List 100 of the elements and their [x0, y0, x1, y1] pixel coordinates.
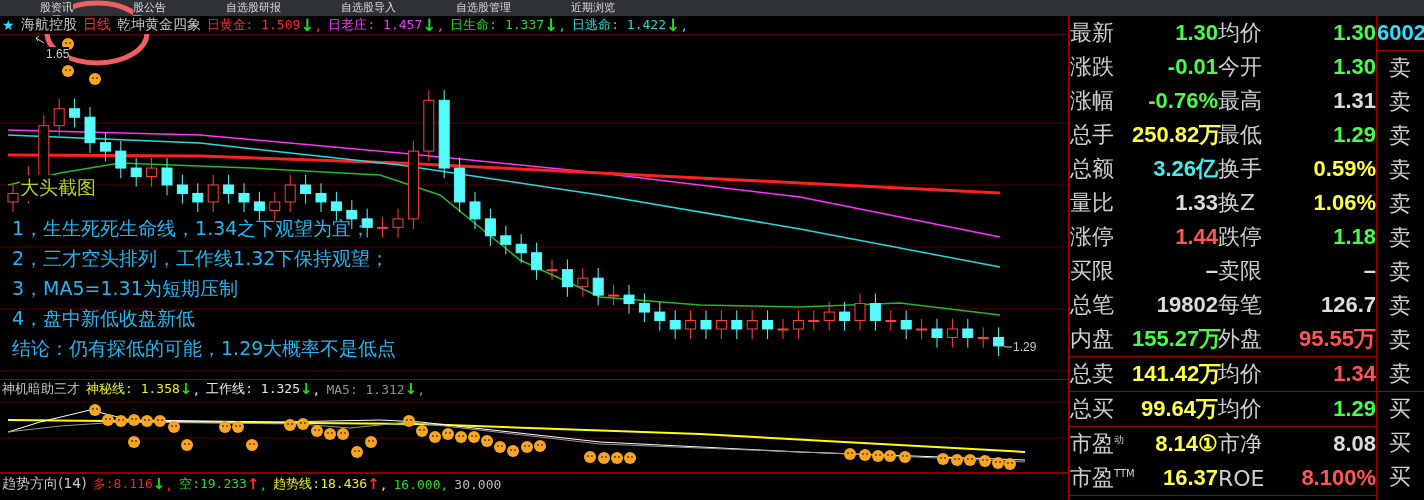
- face-icon: [468, 431, 480, 443]
- face-icon: [872, 450, 884, 462]
- overlay-label: 大头截图: [20, 175, 96, 201]
- quote-value: -0.01: [1166, 54, 1218, 80]
- quote-value: 1.30: [1332, 20, 1376, 46]
- menu-item[interactable]: 自选股导入: [341, 1, 396, 15]
- menu-item[interactable]: 自选股管理: [456, 1, 511, 15]
- stock-name: 海航控股: [20, 16, 77, 34]
- quote-value: 1.18: [1332, 224, 1376, 250]
- order-book-label: 卖: [1388, 258, 1412, 286]
- indicator-reading: MA5: 1.312: [326, 381, 405, 397]
- order-book-label: 卖: [1388, 190, 1412, 218]
- leader-line: [35, 35, 45, 44]
- separator-text: ,: [192, 381, 201, 397]
- face-icon: [102, 414, 114, 426]
- separator-text: ,: [314, 17, 323, 33]
- separator-text: ,: [165, 476, 174, 492]
- indicator-name: 趋势方向(14): [2, 475, 87, 493]
- period-label[interactable]: 日线: [82, 16, 111, 34]
- menu-item[interactable]: 股资讯: [40, 1, 73, 15]
- order-book-label: 买: [1388, 463, 1412, 491]
- leader-line: [995, 336, 1013, 348]
- quote-value: 8.14①: [1154, 431, 1218, 457]
- menu-item[interactable]: 近期浏览: [571, 1, 615, 15]
- face-icon: [442, 428, 454, 440]
- trend-arrow: ↓: [422, 16, 437, 34]
- quote-value: 1.06%: [1312, 190, 1376, 216]
- face-icon: [624, 452, 636, 464]
- separator-text: ,: [379, 476, 388, 492]
- face-icon: [899, 451, 911, 463]
- order-book-label: 卖: [1388, 326, 1412, 354]
- price-label: 1.29: [1013, 340, 1037, 354]
- quote-value: -0.76%: [1147, 88, 1218, 114]
- indicator-name: 乾坤黄金四象: [116, 16, 201, 34]
- face-icon: [324, 428, 336, 440]
- quote-label: 卖限: [1218, 257, 1263, 285]
- quote-label: 市净: [1218, 430, 1263, 458]
- order-book-label: 卖: [1388, 292, 1412, 320]
- indicator-reading: 日老庄: 1.457: [328, 16, 423, 34]
- quote-label: 每笔: [1218, 291, 1263, 319]
- indicator-reading: 空:19.233: [179, 475, 247, 493]
- separator-text: ,: [558, 17, 567, 33]
- order-book-label: 卖: [1388, 54, 1412, 82]
- note-line: 1，生生死死生命线，1.34之下观望为宜；: [12, 216, 372, 241]
- trend-arrow: ↓: [666, 16, 681, 34]
- face-icon: [521, 441, 533, 453]
- quote-label: 换Z: [1218, 189, 1257, 217]
- face-icon: [416, 425, 428, 437]
- indicator-reading: 工作线: 1.325: [206, 380, 300, 398]
- face-icon: [128, 414, 140, 426]
- quote-value: 95.55万: [1297, 325, 1376, 353]
- indicator-reading: 神秘线: 1.358: [86, 380, 180, 398]
- quote-value: 8.08: [1332, 431, 1376, 457]
- note-line: 2，三才空头排列，工作线1.32下保持观望；: [12, 246, 391, 271]
- quote-value: 1.34: [1332, 361, 1376, 387]
- order-book-label: 卖: [1388, 360, 1412, 388]
- face-icon: [584, 451, 596, 463]
- note-line: 3，MA5=1.31为短期压制: [12, 276, 239, 301]
- face-icon: [246, 439, 258, 451]
- quote-value: –: [1362, 258, 1376, 284]
- quote-label: 最新: [1070, 19, 1115, 47]
- indicator-name: 神机暗助三才: [2, 380, 80, 398]
- separator-text: ,: [440, 476, 449, 492]
- trend-arrow: ↑: [246, 476, 260, 492]
- quote-label: 换手: [1218, 155, 1263, 183]
- face-icon: [534, 440, 546, 452]
- order-book-label: 买: [1388, 429, 1412, 457]
- face-icon: [154, 415, 166, 427]
- quote-value: –: [1204, 258, 1218, 284]
- face-icon: [859, 449, 871, 461]
- face-icon: [337, 428, 349, 440]
- trend-arrow: ↓: [300, 16, 315, 34]
- face-icon: [141, 415, 153, 427]
- face-icon: [311, 425, 323, 437]
- quote-value: 1.44: [1174, 224, 1218, 250]
- face-icon: [481, 435, 493, 447]
- quote-value: 1.29: [1332, 396, 1376, 422]
- quote-label: 市盈$^{TTM}$: [1070, 464, 1132, 492]
- menu-item[interactable]: 自选股研报: [226, 1, 281, 15]
- face-icon: [232, 421, 244, 433]
- quote-label: 涨跌: [1070, 53, 1115, 81]
- quote-label: 总买: [1070, 395, 1115, 423]
- face-icon: [181, 439, 193, 451]
- quote-label: 总笔: [1070, 291, 1115, 319]
- face-icon: [429, 431, 441, 443]
- indicator-reading: 日逃命: 1.422: [572, 16, 666, 34]
- trend-arrow: ↓: [179, 381, 193, 397]
- face-icon: [128, 436, 140, 448]
- order-book-label: 卖: [1388, 156, 1412, 184]
- quote-label: 跌停: [1218, 223, 1263, 251]
- menu-item[interactable]: 股公告: [133, 1, 166, 15]
- face-icon: [219, 421, 231, 433]
- trend-arrow: ↓: [404, 381, 418, 397]
- quote-label: 买限: [1070, 257, 1115, 285]
- trend-arrow: ↓: [300, 381, 313, 397]
- quote-value: 8.100%: [1300, 465, 1376, 491]
- face-icon: [168, 421, 180, 433]
- indicator-reading: 16.000: [393, 476, 441, 492]
- face-icon: [884, 450, 896, 462]
- face-icon: [89, 73, 101, 85]
